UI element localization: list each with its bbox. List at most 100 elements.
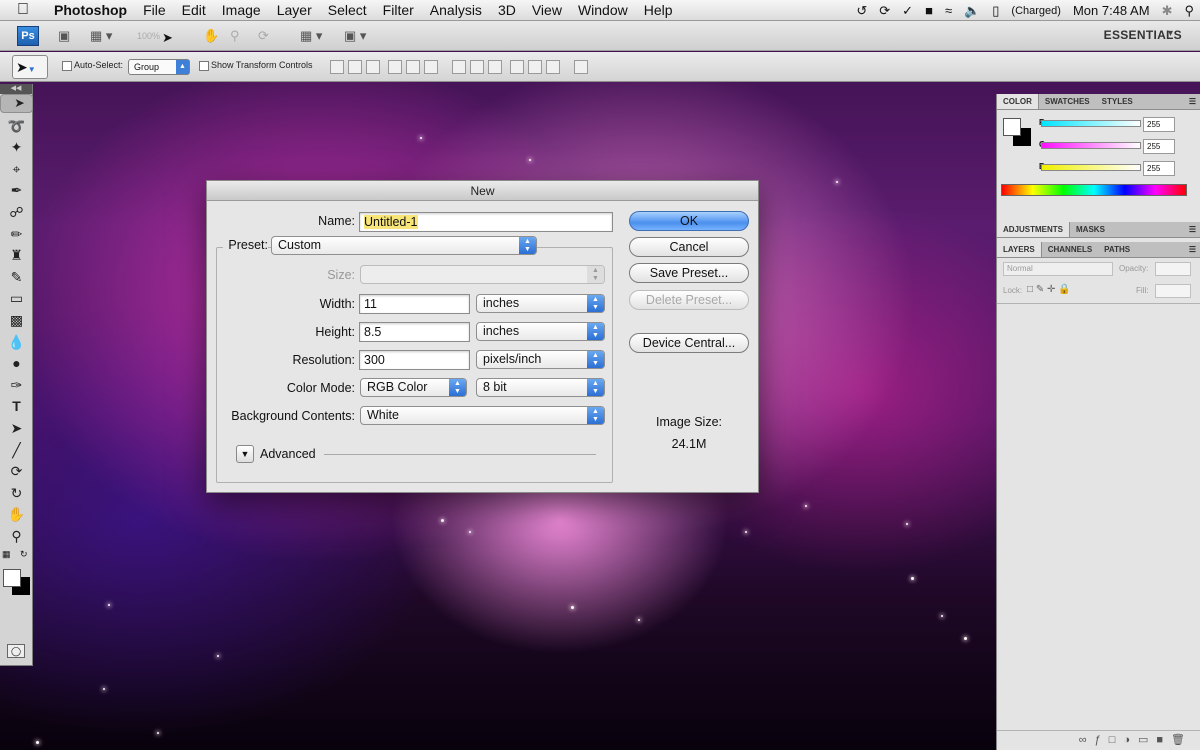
menu-layer[interactable]: Layer	[269, 2, 320, 18]
save-preset-button[interactable]: Save Preset...	[629, 263, 749, 283]
menu-file[interactable]: File	[135, 2, 174, 18]
brush-tool-icon[interactable]: ✏	[0, 224, 33, 246]
clone-stamp-tool-icon[interactable]: ♜	[0, 245, 33, 267]
battery-icon[interactable]: ▯	[986, 3, 1005, 19]
menu-image[interactable]: Image	[214, 2, 269, 18]
bit-depth-select[interactable]: 8 bit ▲ ▼	[476, 378, 605, 397]
line-tool-icon[interactable]: ╱	[0, 440, 33, 462]
blue-value[interactable]: 255	[1143, 161, 1175, 176]
quick-mask-icon[interactable]: ◯	[7, 644, 25, 658]
eyedropper-tool-icon[interactable]: ✒	[0, 180, 33, 202]
display-icon[interactable]: ■	[919, 3, 939, 18]
green-value[interactable]: 255	[1143, 139, 1175, 154]
hand-tool-icon[interactable]: ✋	[0, 504, 33, 526]
red-slider[interactable]	[1041, 120, 1141, 127]
delete-preset-button[interactable]: Delete Preset...	[629, 290, 749, 310]
device-central-button[interactable]: Device Central...	[629, 333, 749, 353]
apple-menu-icon[interactable]: 	[0, 1, 46, 19]
crop-tool-icon[interactable]: ⌖	[0, 159, 33, 181]
tab-color[interactable]: COLOR	[997, 94, 1039, 109]
tab-adjustments[interactable]: ADJUSTMENTS	[997, 222, 1071, 237]
cancel-button[interactable]: Cancel	[629, 237, 749, 257]
zoom-tool-icon[interactable]: ⚲	[230, 27, 240, 45]
auto-select-checkbox[interactable]	[62, 61, 72, 71]
lock-icons[interactable]: □ ✎ ✛ 🔒	[1027, 284, 1071, 295]
distribute-left-icon[interactable]	[510, 60, 524, 74]
bluetooth-check-icon[interactable]: ✓	[896, 3, 919, 19]
advanced-label[interactable]: Advanced	[260, 447, 316, 461]
show-transform-checkbox[interactable]	[199, 61, 209, 71]
eraser-tool-icon[interactable]: ▭	[0, 288, 33, 310]
menu-view[interactable]: View	[524, 2, 570, 18]
preset-select[interactable]: Custom ▲ ▼	[271, 236, 537, 255]
3d-orbit-tool-icon[interactable]: ↻	[0, 483, 33, 505]
arrange-documents-icon[interactable]: ▦ ▾	[300, 27, 322, 45]
align-left-icon[interactable]	[388, 60, 402, 74]
zoom-level-select[interactable]: 100%	[137, 27, 160, 45]
height-unit-select[interactable]: inches ▲ ▼	[476, 322, 605, 341]
tab-paths[interactable]: PATHS	[1098, 242, 1136, 257]
color-spectrum-bar[interactable]	[1001, 184, 1187, 196]
menu-3d[interactable]: 3D	[490, 2, 524, 18]
foreground-color-swatch[interactable]	[3, 569, 21, 588]
menu-select[interactable]: Select	[320, 2, 375, 18]
move-tool-icon[interactable]: ➤	[0, 94, 33, 113]
tab-styles[interactable]: STYLES	[1096, 94, 1139, 109]
menu-analysis[interactable]: Analysis	[422, 2, 490, 18]
screen-mode-icon[interactable]: ▣ ▾	[344, 27, 366, 45]
rotate-view-icon[interactable]: ⟳	[258, 27, 269, 45]
3d-rotate-tool-icon[interactable]: ⟳	[0, 461, 33, 483]
battery-status[interactable]: (Charged)	[1005, 5, 1067, 17]
pen-tool-icon[interactable]: ✑	[0, 375, 33, 397]
menu-window[interactable]: Window	[570, 2, 636, 18]
distribute-right-icon[interactable]	[546, 60, 560, 74]
path-selection-tool-icon[interactable]: ➤	[0, 418, 33, 440]
opacity-field[interactable]	[1155, 262, 1191, 276]
width-field[interactable]: 11	[359, 294, 470, 314]
volume-icon[interactable]: 🔈	[958, 3, 986, 19]
time-machine-icon[interactable]: ↺	[850, 3, 873, 19]
fill-field[interactable]	[1155, 284, 1191, 298]
advanced-disclosure-icon[interactable]: ▼	[236, 445, 254, 463]
panel-menu-icon[interactable]: ☰	[1189, 222, 1196, 238]
width-unit-select[interactable]: inches ▲ ▼	[476, 294, 605, 313]
lasso-tool-icon[interactable]: ➰	[0, 116, 33, 138]
background-contents-select[interactable]: White ▲ ▼	[360, 406, 605, 425]
align-hcenter-icon[interactable]	[406, 60, 420, 74]
tab-swatches[interactable]: SWATCHES	[1039, 94, 1096, 109]
zoom-tool-icon[interactable]: ⚲	[0, 526, 33, 548]
auto-align-layers-icon[interactable]	[574, 60, 588, 74]
menu-app-name[interactable]: Photoshop	[46, 2, 135, 18]
tab-channels[interactable]: CHANNELS	[1042, 242, 1098, 257]
panel-menu-icon[interactable]: ☰	[1189, 242, 1196, 258]
spotlight-search-icon[interactable]: ⚲	[1178, 3, 1200, 19]
auto-select-dropdown[interactable]: Group ▲	[128, 59, 190, 75]
hand-tool-icon[interactable]: ✋	[203, 27, 219, 45]
align-top-icon[interactable]	[330, 60, 344, 74]
distribute-bottom-icon[interactable]	[488, 60, 502, 74]
distribute-hcenter-icon[interactable]	[528, 60, 542, 74]
distribute-top-icon[interactable]	[452, 60, 466, 74]
ok-button[interactable]: OK	[629, 211, 749, 231]
layers-footer-icons[interactable]: ∞ƒ□◑▭■🗑	[997, 730, 1200, 750]
healing-brush-tool-icon[interactable]: ☍	[0, 202, 33, 224]
blend-mode-select[interactable]: Normal	[1003, 262, 1113, 276]
tool-preset-picker[interactable]: ➤▼	[12, 55, 48, 79]
resolution-field[interactable]: 300	[359, 350, 470, 370]
resolution-unit-select[interactable]: pixels/inch ▲ ▼	[476, 350, 605, 369]
menu-filter[interactable]: Filter	[375, 2, 422, 18]
wifi-icon[interactable]: ≈	[939, 3, 958, 18]
green-slider[interactable]	[1041, 142, 1141, 149]
default-colors-icon[interactable]: ▦	[2, 549, 11, 560]
blue-slider[interactable]	[1041, 164, 1141, 171]
gradient-tool-icon[interactable]: ▩	[0, 310, 33, 332]
bridge-icon[interactable]: ▣	[58, 27, 70, 45]
swap-colors-icon[interactable]: ↻	[20, 549, 28, 560]
sync-icon[interactable]: ⟳	[873, 3, 896, 19]
toolbox-collapse-icon[interactable]: ◀◀	[0, 84, 32, 94]
view-extras-icon[interactable]: ▦ ▾	[90, 27, 112, 45]
align-bottom-icon[interactable]	[366, 60, 380, 74]
magic-wand-tool-icon[interactable]: ✦	[0, 137, 33, 159]
color-mode-select[interactable]: RGB Color ▲ ▼	[360, 378, 467, 397]
distribute-vcenter-icon[interactable]	[470, 60, 484, 74]
